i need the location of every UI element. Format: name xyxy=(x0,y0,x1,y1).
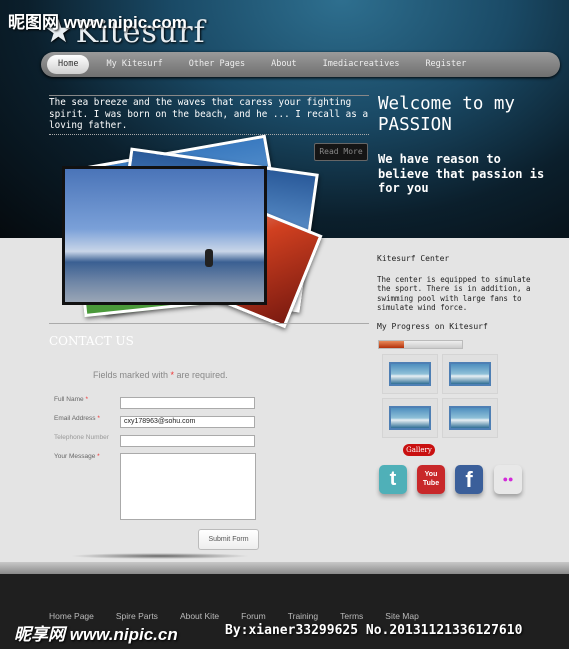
intro-text: The sea breeze and the waves that caress… xyxy=(49,95,369,135)
footer-band xyxy=(0,562,569,574)
watermark-id: By:xianer33299625 No.20131121336127610 xyxy=(225,623,523,638)
nav-other-pages[interactable]: Other Pages xyxy=(176,55,258,74)
footer-link-forum[interactable]: Forum xyxy=(241,611,266,621)
contact-title: CONTACT US xyxy=(49,334,134,348)
footer-link-training[interactable]: Training xyxy=(288,611,318,621)
kitesurfer xyxy=(205,249,213,267)
nav-imediacreatives[interactable]: Imediacreatives xyxy=(310,55,413,74)
full-name-input[interactable] xyxy=(120,397,255,409)
nav-home[interactable]: Home xyxy=(47,55,90,74)
welcome-line2: PASSION xyxy=(378,115,452,135)
watermark-bottom: 昵享网 www.nipic.cn xyxy=(14,625,178,644)
gallery-thumbnail[interactable] xyxy=(382,354,438,394)
hero-kitesurf-photo xyxy=(62,166,267,305)
nav-about[interactable]: About xyxy=(258,55,310,74)
flickr-icon[interactable]: ●● xyxy=(494,465,522,494)
gallery-button[interactable]: Gallery xyxy=(403,444,435,456)
welcome-title: Welcome to my PASSION xyxy=(378,94,515,136)
facebook-icon[interactable]: f xyxy=(455,465,483,494)
note-text: Fields marked with xyxy=(93,370,171,380)
nav-my-kitesurf[interactable]: My Kitesurf xyxy=(93,55,175,74)
submit-form-button[interactable]: Submit Form xyxy=(198,529,259,550)
youtube-icon[interactable]: You Tube xyxy=(417,465,445,494)
welcome-line1: Welcome to my xyxy=(378,94,515,114)
main-nav: Home My Kitesurf Other Pages About Imedi… xyxy=(41,52,560,77)
message-textarea[interactable] xyxy=(120,453,256,520)
email-input[interactable]: cxy178963@sohu.com xyxy=(120,416,255,428)
divider xyxy=(49,323,369,324)
footer-link-terms[interactable]: Terms xyxy=(340,611,363,621)
gallery-thumbnail[interactable] xyxy=(442,398,498,438)
progress-fill xyxy=(379,341,404,348)
telephone-label: Telephone Number xyxy=(54,434,109,441)
watermark-top: 昵图网 www.nipic.com xyxy=(8,13,187,32)
footer-link-site-map[interactable]: Site Map xyxy=(385,611,419,621)
gallery-thumbnail[interactable] xyxy=(442,354,498,394)
email-label: Email Address * xyxy=(54,415,100,422)
full-name-label: Full Name * xyxy=(54,396,88,403)
center-title: Kitesurf Center xyxy=(377,254,450,263)
form-shadow xyxy=(70,553,250,559)
welcome-subtitle: We have reason to believe that passion i… xyxy=(378,152,545,195)
progress-bar xyxy=(378,340,463,349)
note-text: are required. xyxy=(174,370,228,380)
message-label: Your Message * xyxy=(54,453,100,460)
footer-link-about-kite[interactable]: About Kite xyxy=(180,611,219,621)
read-more-button[interactable]: Read More xyxy=(314,143,368,161)
twitter-icon[interactable]: t xyxy=(379,465,407,494)
nav-register[interactable]: Register xyxy=(412,55,479,74)
center-text: The center is equipped to simulate the s… xyxy=(377,275,531,312)
required-note: Fields marked with * are required. xyxy=(93,370,228,380)
telephone-input[interactable] xyxy=(120,435,255,447)
progress-label: My Progress on Kitesurf xyxy=(377,322,488,331)
gallery-thumbnail[interactable] xyxy=(382,398,438,438)
